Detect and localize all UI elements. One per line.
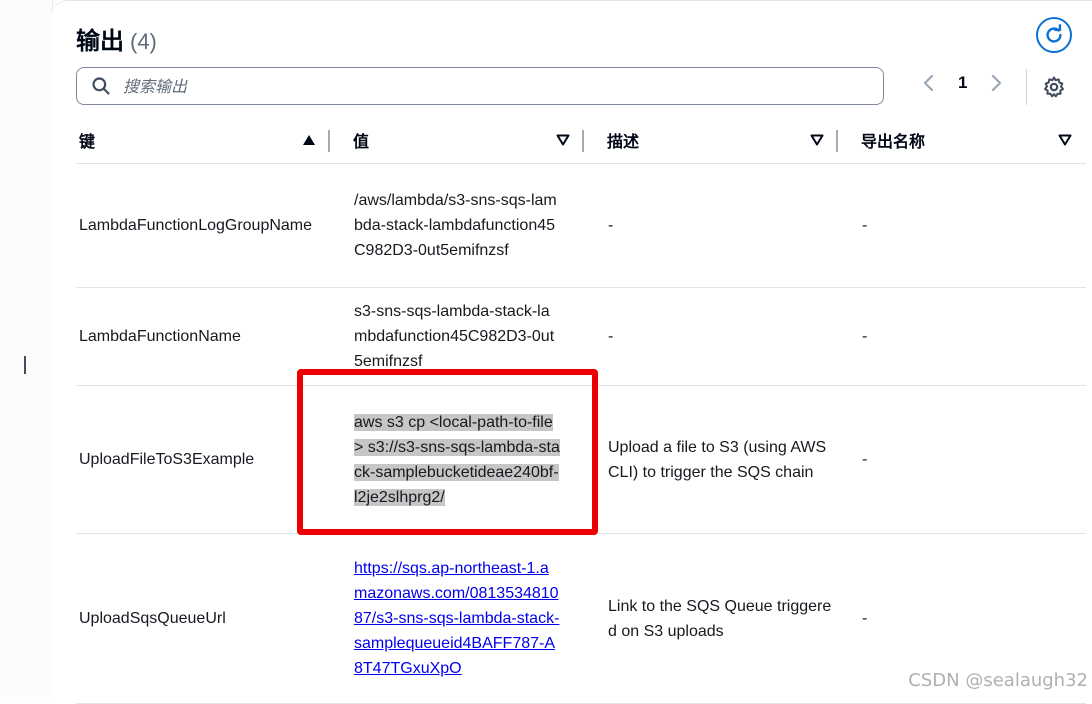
search-input[interactable] xyxy=(121,75,825,97)
table-row: LambdaFunctionLogGroupName /aws/lambda/s… xyxy=(76,163,1086,288)
column-label: 值 xyxy=(353,132,370,151)
gutter-resize-handle[interactable] xyxy=(24,356,26,374)
panel-title: 输出 xyxy=(76,27,124,55)
column-header-export-name[interactable]: 导出名称 xyxy=(838,117,1086,164)
chevron-right-icon[interactable] xyxy=(989,73,1003,93)
sort-icon[interactable] xyxy=(1058,134,1072,146)
sort-icon[interactable] xyxy=(556,134,570,146)
table-header-row: 键 值 描述 导出名称 xyxy=(76,117,1086,164)
output-value: s3-sns-sqs-lambda-stack-lambdafunction45… xyxy=(330,287,584,386)
output-key: LambdaFunctionName xyxy=(76,287,330,386)
column-header-description[interactable]: 描述 xyxy=(584,117,838,164)
output-key: UploadFileToS3Example xyxy=(76,385,330,534)
sort-icon[interactable] xyxy=(810,134,824,146)
table-row: LambdaFunctionName s3-sns-sqs-lambda-sta… xyxy=(76,287,1086,386)
refresh-icon xyxy=(1046,24,1062,43)
output-export-name: - xyxy=(838,163,1086,288)
column-label: 描述 xyxy=(607,132,640,151)
column-header-key[interactable]: 键 xyxy=(76,117,330,164)
output-key: UploadSqsQueueUrl xyxy=(76,533,330,704)
output-key: LambdaFunctionLogGroupName xyxy=(76,163,330,288)
table-row: UploadFileToS3Example aws s3 cp <local-p… xyxy=(76,385,1086,534)
column-header-value[interactable]: 值 xyxy=(330,117,584,164)
panel-header: 输出 (4) xyxy=(76,21,157,56)
sqs-queue-url-link[interactable]: https://sqs.ap-northeast-1.amazonaws.com… xyxy=(354,560,559,677)
output-value: /aws/lambda/s3-sns-sqs-lambda-stack-lamb… xyxy=(330,163,584,288)
pagination: 1 xyxy=(922,73,1003,93)
search-box[interactable] xyxy=(76,67,884,105)
settings-gear-icon[interactable] xyxy=(1042,75,1066,99)
output-description: - xyxy=(584,163,838,288)
output-description: - xyxy=(584,287,838,386)
chevron-left-icon[interactable] xyxy=(922,73,936,93)
watermark: CSDN @sealaugh32 xyxy=(908,670,1088,691)
sort-ascending-icon[interactable] xyxy=(302,134,316,146)
column-label: 键 xyxy=(79,132,96,151)
pager-divider xyxy=(1026,69,1027,105)
output-count: (4) xyxy=(130,29,157,54)
column-label: 导出名称 xyxy=(861,132,926,151)
output-description: Link to the SQS Queue triggered on S3 up… xyxy=(584,533,838,704)
refresh-button[interactable] xyxy=(1036,17,1072,53)
output-export-name: - xyxy=(838,385,1086,534)
outputs-table: 键 值 描述 导出名称 LambdaFunctionLogGroupName /… xyxy=(76,117,1086,704)
output-value-selected[interactable]: aws s3 cp <local-path-to-file> s3://s3-s… xyxy=(354,413,560,506)
left-gutter xyxy=(0,0,53,697)
current-page[interactable]: 1 xyxy=(958,73,967,93)
search-icon xyxy=(92,77,110,95)
outputs-panel: 输出 (4) 1 xyxy=(52,0,1092,704)
output-export-name: - xyxy=(838,287,1086,386)
output-description: Upload a file to S3 (using AWS CLI) to t… xyxy=(584,385,838,534)
